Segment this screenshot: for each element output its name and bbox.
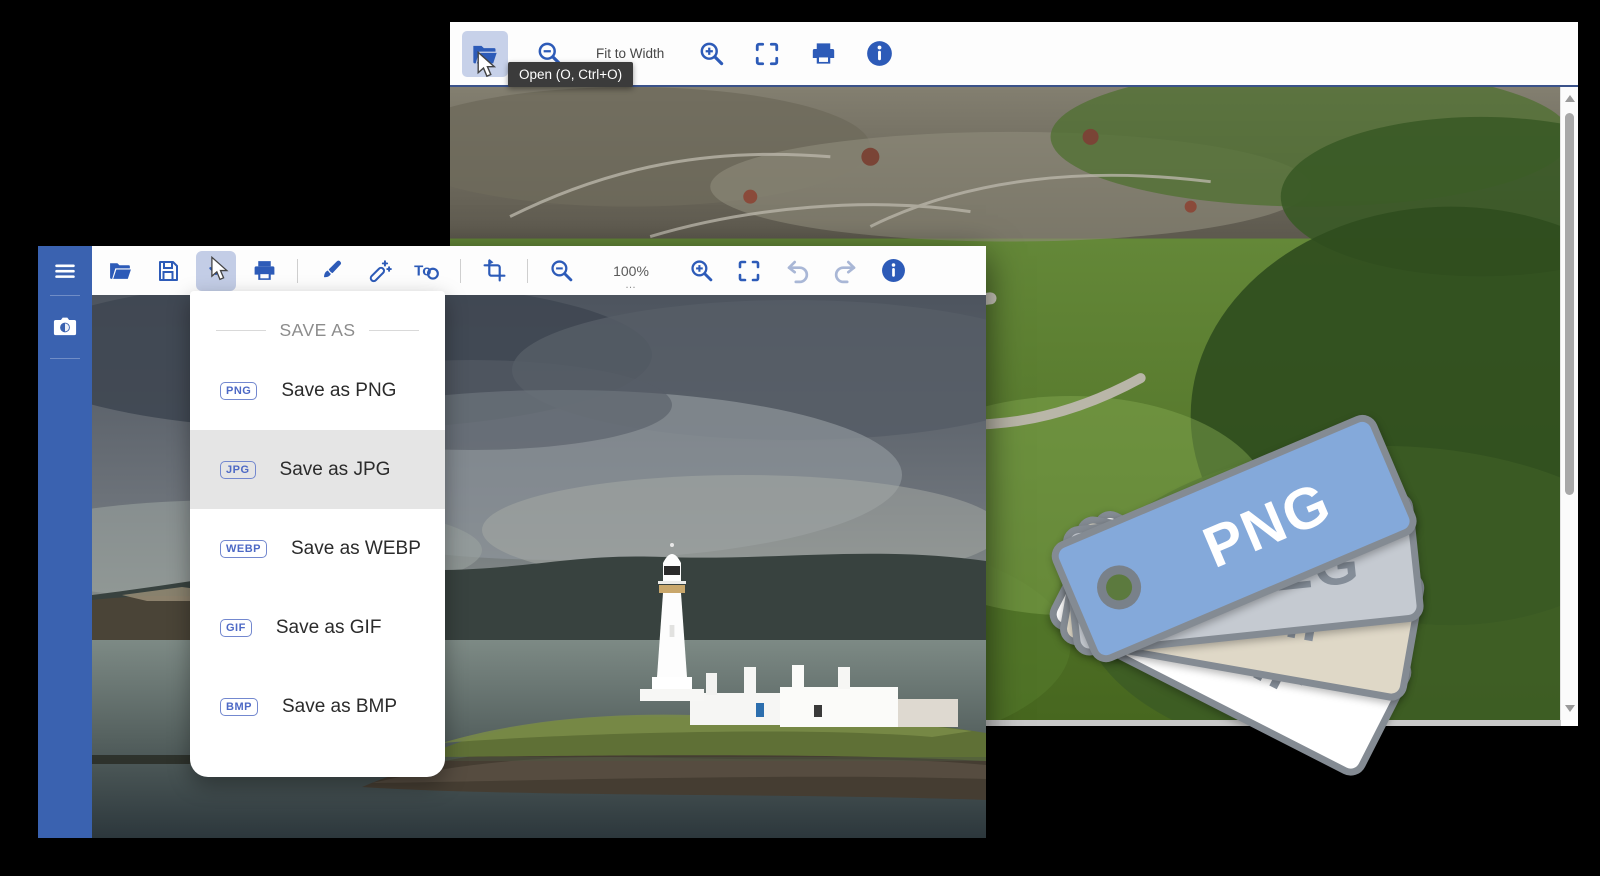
bmp-badge-icon: BMP xyxy=(220,697,258,716)
print-button[interactable] xyxy=(244,251,284,291)
open-button[interactable] xyxy=(100,251,140,291)
print-icon xyxy=(254,261,274,280)
info-icon xyxy=(881,259,905,282)
format-tags-graphic: GIF BMP JPEG PNG xyxy=(1000,380,1600,850)
save-as-menu: SAVE AS PNG Save as PNG JPG Save as JPG … xyxy=(190,291,445,777)
zoom-out-button[interactable] xyxy=(541,251,581,291)
png-badge-icon: PNG xyxy=(220,381,258,400)
zoom-in-icon xyxy=(700,42,723,66)
text-tool-icon: To xyxy=(414,262,439,280)
redo-button[interactable] xyxy=(825,251,865,291)
editor-toolbar: To 100% … xyxy=(92,246,986,295)
fullscreen-icon xyxy=(738,260,760,281)
zoom-overflow-dots: … xyxy=(625,278,637,291)
menu-item-label: Save as BMP xyxy=(281,695,398,717)
fullscreen-button[interactable] xyxy=(752,39,782,69)
menu-button[interactable] xyxy=(38,246,92,295)
toolbar-separator xyxy=(460,258,461,283)
open-tooltip: Open (O, Ctrl+O) xyxy=(508,62,634,87)
camera-button[interactable] xyxy=(38,296,92,358)
fullscreen-button[interactable] xyxy=(729,251,769,291)
zoom-level-indicator[interactable]: 100% … xyxy=(589,262,673,291)
sidebar xyxy=(38,246,92,838)
save-as-menu-title: SAVE AS xyxy=(190,309,445,351)
camera-icon xyxy=(53,317,77,336)
magic-wand-icon xyxy=(369,259,392,282)
zoom-level-value: 100% xyxy=(613,262,649,279)
save-icon xyxy=(159,260,178,281)
crop-icon xyxy=(483,258,505,282)
fit-to-width-label[interactable]: Fit to Width xyxy=(596,46,664,61)
brush-icon xyxy=(323,260,341,278)
open-folder-icon xyxy=(473,45,497,63)
zoom-out-icon xyxy=(550,260,572,282)
crop-button[interactable] xyxy=(474,251,514,291)
save-button[interactable] xyxy=(148,251,188,291)
editor-window: To 100% … SAVE AS PNG Save as PNG JPG Sa… xyxy=(38,246,986,838)
open-button[interactable] xyxy=(462,30,508,77)
menu-item-label: Save as JPG xyxy=(279,458,391,480)
zoom-in-button[interactable] xyxy=(681,251,721,291)
menu-item-save-as-gif[interactable]: GIF Save as GIF xyxy=(190,588,445,667)
save-as-icon xyxy=(209,266,223,275)
save-as-button[interactable] xyxy=(196,250,236,291)
menu-item-save-as-png[interactable]: PNG Save as PNG xyxy=(190,351,445,430)
scroll-up-arrow[interactable] xyxy=(1565,95,1575,102)
zoom-in-button[interactable] xyxy=(696,39,726,69)
redo-icon xyxy=(834,260,855,284)
toolbar-separator xyxy=(527,258,528,283)
menu-item-save-as-jpg[interactable]: JPG Save as JPG xyxy=(190,430,445,509)
zoom-in-icon xyxy=(690,260,712,282)
undo-button[interactable] xyxy=(777,251,817,291)
open-folder-icon xyxy=(109,263,131,279)
draw-button[interactable] xyxy=(311,251,351,291)
print-icon xyxy=(812,43,834,64)
tag-grommet xyxy=(1090,558,1148,617)
menu-icon xyxy=(55,264,75,278)
text-tool-button[interactable]: To xyxy=(407,251,447,291)
save-as-menu-title-text: SAVE AS xyxy=(279,319,356,340)
menu-item-label: Save as PNG xyxy=(281,379,397,401)
png-tag-label: PNG xyxy=(1193,468,1341,581)
info-icon xyxy=(866,41,892,66)
menu-item-label: Save as GIF xyxy=(275,616,382,638)
info-button[interactable] xyxy=(864,39,894,69)
webp-badge-icon: WEBP xyxy=(220,539,267,558)
undo-icon xyxy=(787,260,808,284)
toolbar-separator xyxy=(297,258,298,283)
fullscreen-icon xyxy=(756,42,779,65)
gif-badge-icon: GIF xyxy=(220,618,252,637)
sidebar-divider xyxy=(50,358,80,359)
info-button[interactable] xyxy=(873,251,913,291)
print-button[interactable] xyxy=(808,39,838,69)
menu-item-save-as-webp[interactable]: WEBP Save as WEBP xyxy=(190,509,445,588)
jpg-badge-icon: JPG xyxy=(220,460,256,479)
retouch-button[interactable] xyxy=(359,251,399,291)
menu-item-save-as-bmp[interactable]: BMP Save as BMP xyxy=(190,667,445,746)
menu-item-label: Save as WEBP xyxy=(291,537,421,559)
